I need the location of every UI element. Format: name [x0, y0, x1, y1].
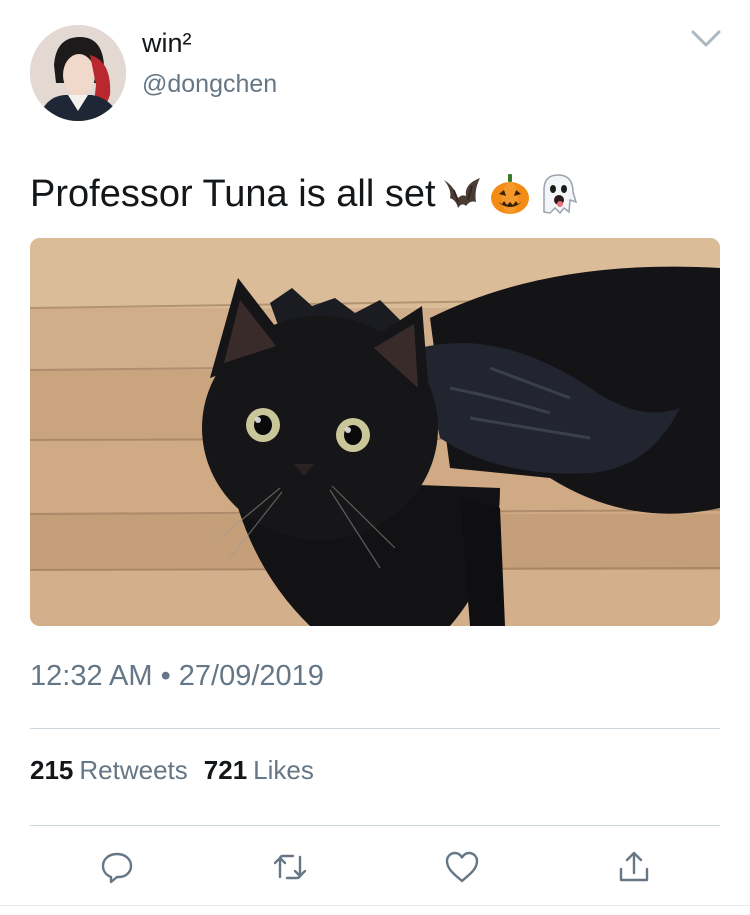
- tweet-detail: win² @dongchen Professor Tuna is all set: [0, 0, 750, 915]
- bottom-edge: [0, 905, 750, 915]
- tweet-text-row: Professor Tuna is all set: [30, 172, 580, 216]
- retweets-label: Retweets: [79, 755, 188, 785]
- tweet-stats: 215 Retweets 721 Likes: [30, 755, 314, 786]
- retweets-stat[interactable]: 215 Retweets: [30, 755, 188, 786]
- reply-icon[interactable]: [95, 845, 139, 889]
- retweets-count: 215: [30, 755, 74, 785]
- chevron-down-icon[interactable]: [690, 28, 722, 50]
- like-icon[interactable]: [440, 845, 484, 889]
- jack-o-lantern-emoji: [488, 172, 532, 216]
- display-name[interactable]: win²: [142, 28, 192, 59]
- tweet-text: Professor Tuna is all set: [30, 172, 436, 215]
- likes-count: 721: [203, 755, 248, 785]
- tweet-photo[interactable]: [30, 238, 720, 626]
- avatar[interactable]: [30, 25, 126, 121]
- likes-label: Likes: [253, 755, 314, 785]
- likes-stat[interactable]: 721 Likes: [204, 755, 314, 786]
- bat-emoji: [440, 172, 484, 216]
- divider: [30, 728, 720, 729]
- tweet-actions: [0, 845, 750, 890]
- ghost-emoji: [536, 172, 580, 216]
- retweet-icon[interactable]: [268, 845, 312, 889]
- share-icon[interactable]: [612, 845, 656, 889]
- tweet-timestamp: 12:32 AM • 27/09/2019: [30, 660, 324, 692]
- divider: [30, 825, 720, 826]
- user-handle[interactable]: @dongchen: [142, 70, 277, 99]
